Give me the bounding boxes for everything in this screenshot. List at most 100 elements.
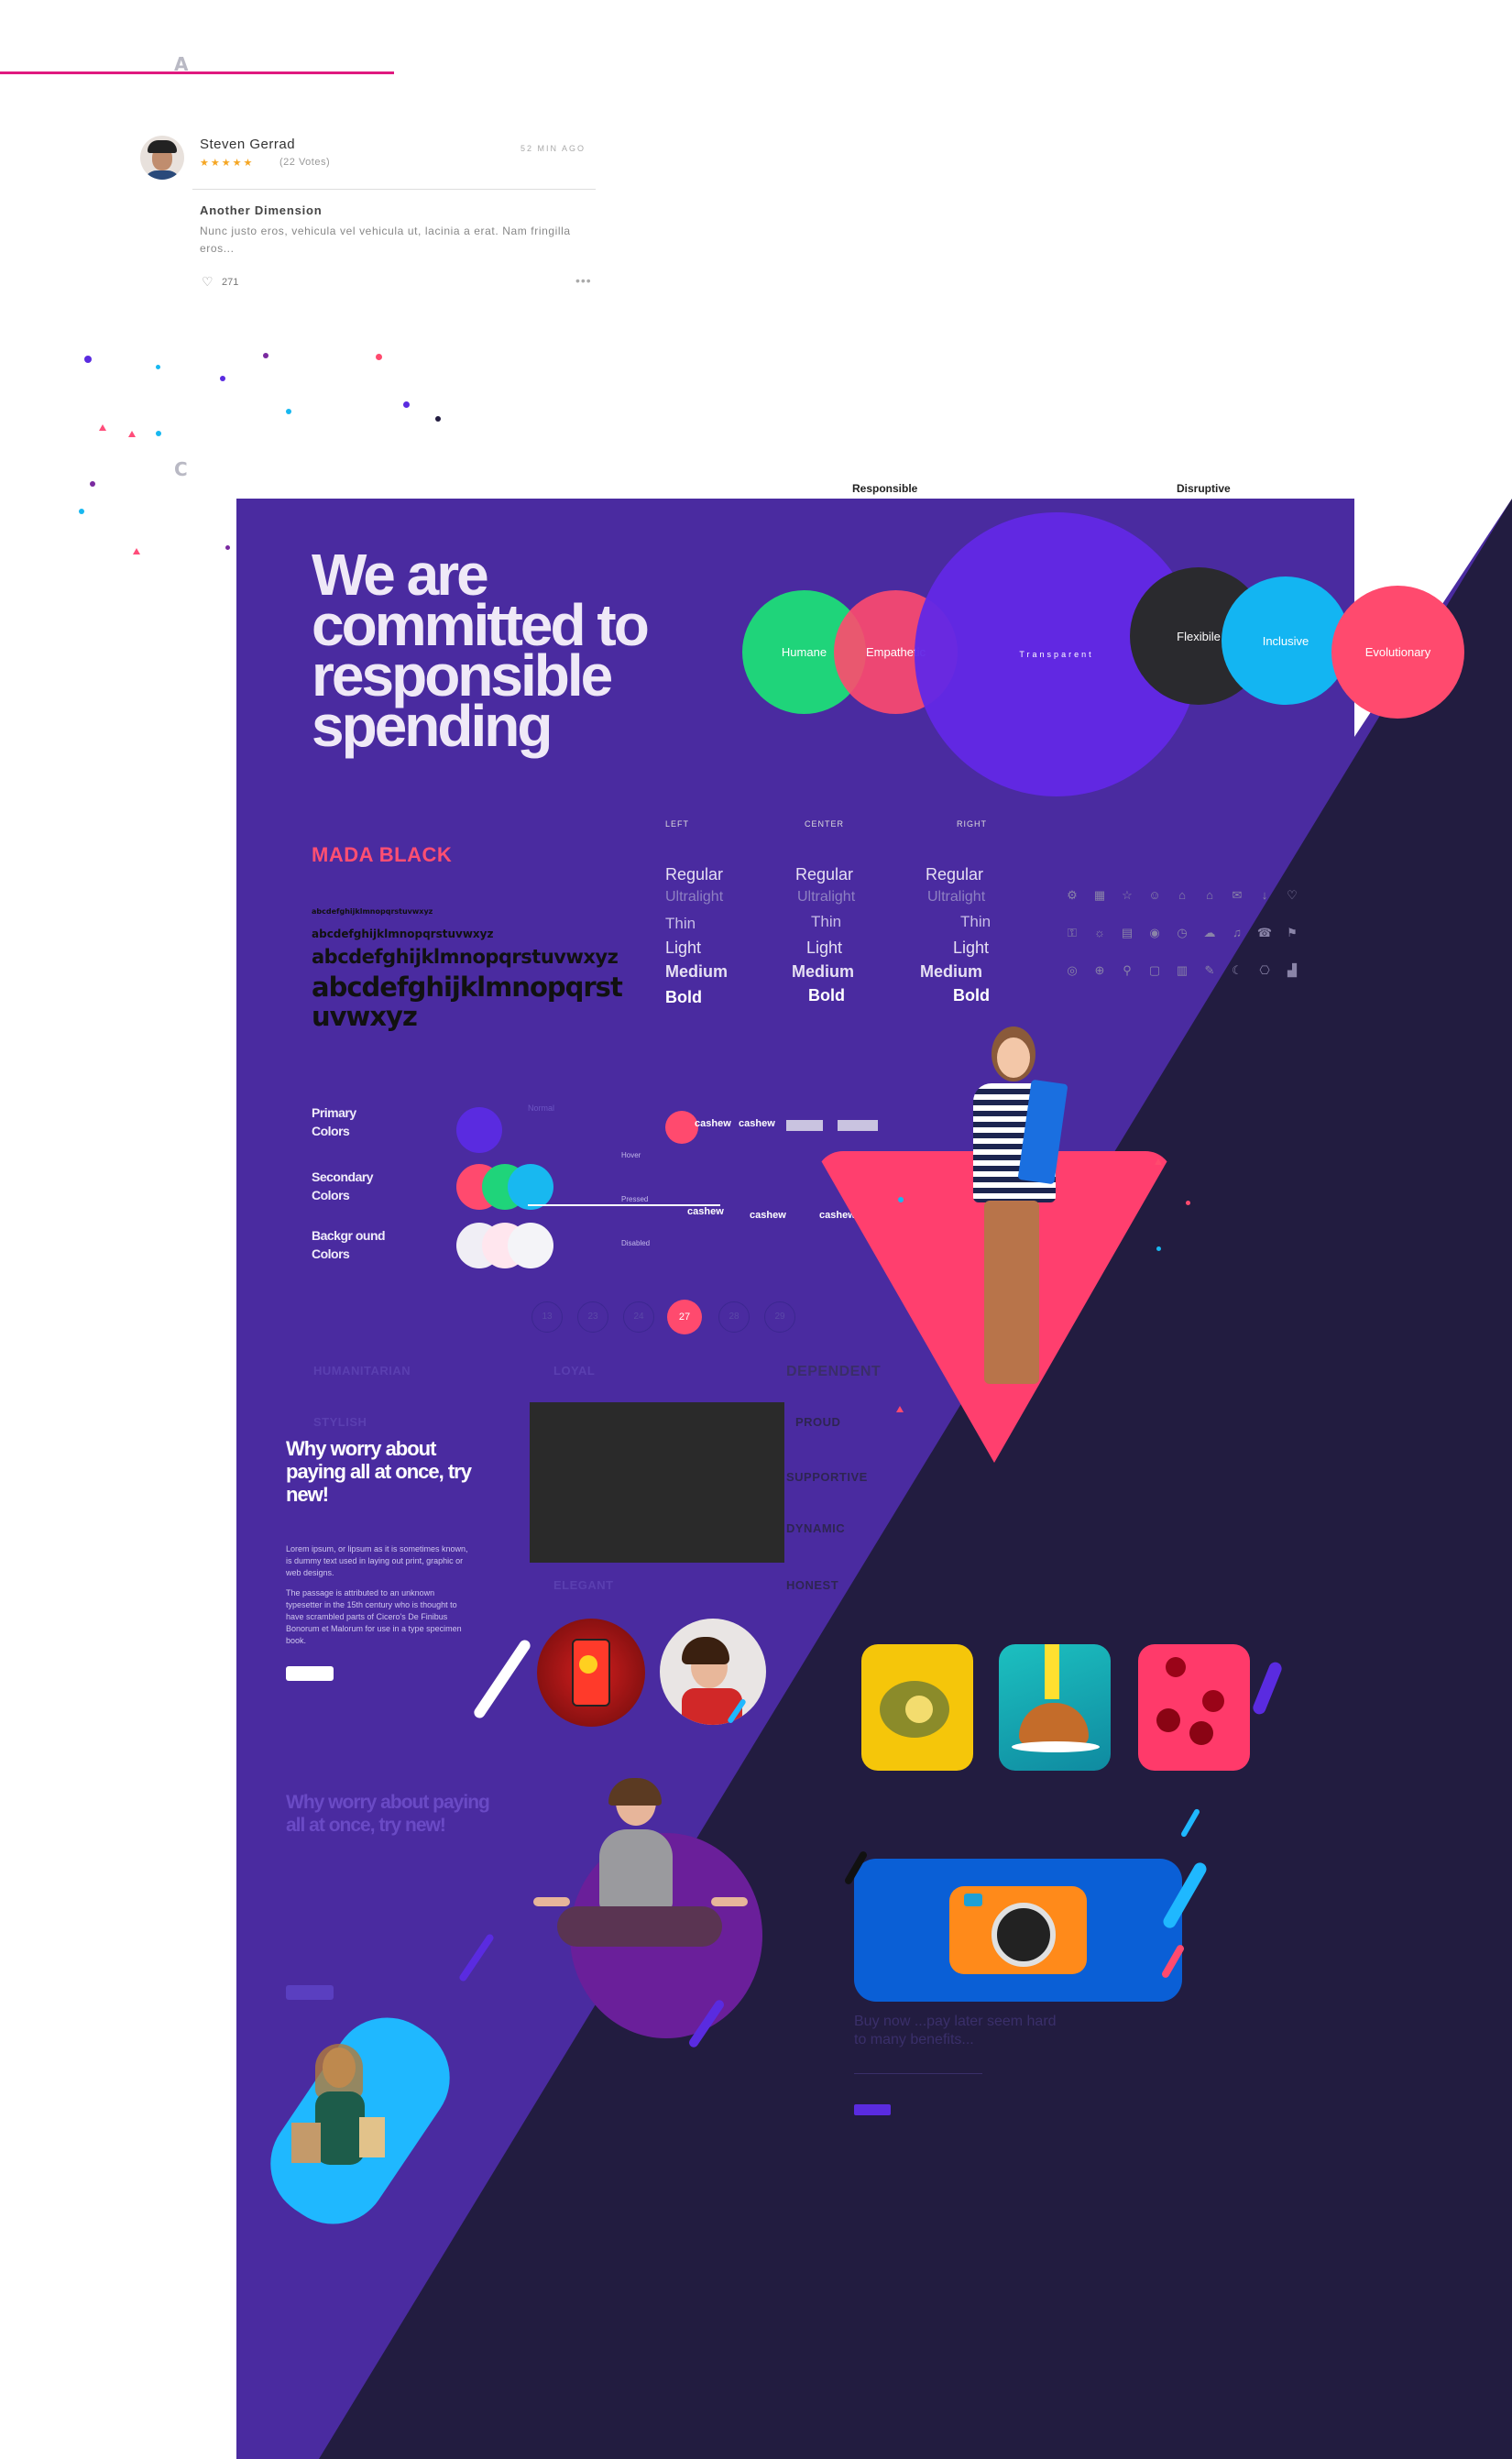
grid-icon: ▦ [1093,888,1106,902]
alphabet-xl-1: abcdefghijklmnopqrst [312,972,623,1003]
alphabet-large: abcdefghijklmnopqrstuvwxyz [312,946,619,968]
confetti-dot [1186,1201,1190,1205]
durian-tile[interactable] [861,1644,973,1771]
weight-thin: Thin [665,915,696,932]
review-title: Another Dimension [200,203,323,217]
alphabet-xl-2: uvwxyz [312,1001,418,1032]
page-button[interactable]: 28 [718,1301,750,1333]
buy-now-text: Buy now ...pay later seem hard to many b… [854,2014,1057,2047]
state-label: Pressed [621,1195,649,1203]
marker-a: A [174,53,189,75]
adjective: STYLISH [313,1415,367,1429]
confetti-dot [435,416,441,422]
bell-icon: ♫ [1233,926,1242,939]
adjective: PROUD [795,1415,841,1429]
page-button[interactable]: 23 [577,1301,608,1333]
page-button[interactable]: 24 [623,1301,654,1333]
mail-icon: ✉ [1232,888,1243,902]
toggle-knob[interactable] [665,1111,698,1144]
phone-hand-photo [537,1619,645,1727]
state-label: Hover [621,1151,641,1159]
weight-regular: Regular [926,865,984,884]
col-left: LEFT [665,819,690,829]
background-swatch-3[interactable] [508,1223,553,1268]
weight-ultralight: Ultralight [927,889,986,905]
brand-word: cashew [687,1206,724,1217]
venn-inclusive: Inclusive [1222,576,1350,705]
button-sample[interactable] [838,1120,878,1131]
compass-icon: ⊕ [1094,963,1105,977]
doc-icon: ▤ [1121,926,1134,939]
page-button-active[interactable]: 27 [667,1300,702,1334]
confetti-dot [898,1197,904,1202]
cherries-tile[interactable] [1138,1644,1250,1771]
buy-now-button[interactable] [854,2104,891,2115]
adjective: DYNAMIC [786,1521,846,1535]
confetti-dot [156,365,160,369]
heart-icon[interactable]: ♡ [202,274,214,290]
promo-title-faded: Why worry about paying all at once, try … [286,1792,490,1836]
vote-count: (22 Votes) [279,157,331,168]
venn-evolutionary: Evolutionary [1331,586,1464,719]
alphabet-small: abcdefghijklmnopqrstuvwxyz [312,907,433,916]
accent-line [0,71,394,74]
reviewer-name[interactable]: Steven Gerrad [200,137,295,152]
moon-icon: ☾ [1232,963,1243,977]
weight-medium: Medium [792,962,855,981]
shopping-woman-photo [288,2044,398,2209]
secondary-label: Secondary Colors [312,1169,374,1202]
secondary-swatch-blue[interactable] [508,1164,553,1210]
button-sample[interactable] [786,1120,823,1131]
phone-icon: ☎ [1256,926,1273,939]
camera-icon: ◉ [1149,926,1160,939]
promo-title: Why worry about paying all at once, try … [286,1437,472,1506]
clock-icon: ◷ [1177,926,1188,939]
primary-label: Primary Colors [312,1105,356,1138]
review-body: Nunc justo eros, vehicula vel vehicula u… [200,225,571,255]
woman-phone-photo [660,1619,766,1725]
confetti-dot [1156,1246,1161,1251]
page-button[interactable]: 29 [764,1301,795,1333]
divider [854,2073,982,2074]
user-icon: ☺ [1148,888,1161,902]
lock-icon: ⚿ [1068,926,1077,939]
adjective: LOYAL [553,1364,596,1378]
review-card: Steven Gerrad ★★★★★ (22 Votes) 52 MIN AG… [137,128,596,312]
purple-stroke [457,1932,496,1983]
like-count: 271 [222,277,239,288]
state-label: Normal [528,1103,555,1113]
rating-stars: ★★★★★ [200,158,255,169]
primary-swatch[interactable] [456,1107,502,1153]
burger-tile[interactable] [999,1644,1111,1771]
confetti-dot [376,354,382,360]
label-responsible: Responsible [852,482,918,495]
sun-icon: ☼ [1094,926,1105,939]
confetti-dot [84,356,92,363]
background-label: Backgr ound Colors [312,1228,386,1261]
avatar[interactable] [140,136,184,180]
more-options-icon[interactable]: ••• [575,273,592,288]
camera-card[interactable] [854,1859,1182,2002]
brand-word: cashew [739,1118,775,1129]
promo-button[interactable] [286,1666,334,1681]
weight-regular: Regular [795,865,854,884]
col-right: RIGHT [957,819,987,829]
star-icon: ☆ [1122,888,1133,902]
target-icon: ◎ [1067,963,1078,977]
state-label: Disabled [621,1239,651,1247]
trash-icon: ▥ [1176,963,1189,977]
cloud-icon: ☁ [1203,926,1216,939]
weight-ultralight: Ultralight [665,889,724,905]
promo-button-faded[interactable] [286,1985,334,2000]
page-button[interactable]: 13 [531,1301,563,1333]
confetti-triangle [128,431,136,437]
cart-icon: ⌂ [1178,888,1186,902]
weight-regular: Regular [665,865,724,884]
promo-body-1: Lorem ipsum, or lipsum as it is sometime… [286,1544,468,1577]
yoga-woman-photo [520,1778,759,1970]
label-disruptive: Disruptive [1177,482,1231,495]
weight-bold: Bold [953,986,990,1004]
tag-icon: ✎ [1204,963,1215,977]
adjective: DEPENDENT [786,1364,882,1379]
download-icon: ↓ [1261,888,1268,902]
